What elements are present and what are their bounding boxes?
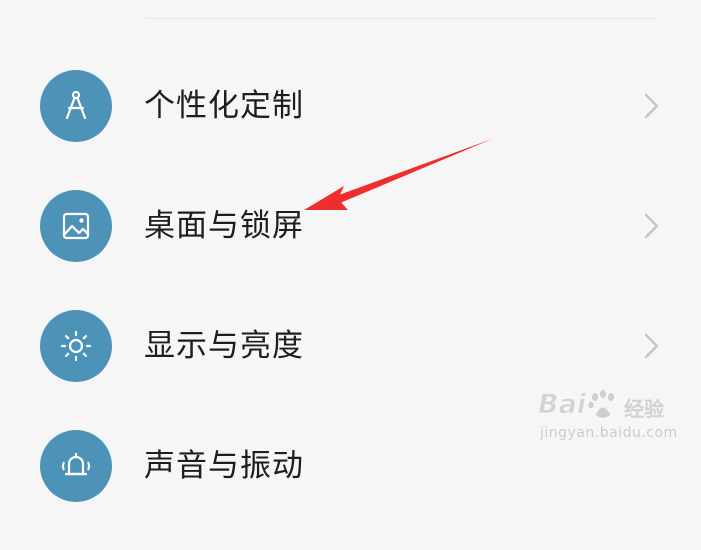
settings-item-label: 桌面与锁屏 bbox=[144, 208, 304, 244]
chevron-right-icon bbox=[644, 333, 659, 359]
bell-icon bbox=[40, 430, 112, 502]
paw-icon bbox=[587, 389, 615, 419]
settings-item-label: 声音与振动 bbox=[144, 448, 304, 484]
settings-item-personalization[interactable]: 个性化定制 bbox=[0, 70, 701, 190]
sun-icon bbox=[40, 310, 112, 382]
image-icon bbox=[40, 190, 112, 262]
settings-item-label: 显示与亮度 bbox=[144, 328, 304, 364]
settings-item-label: 个性化定制 bbox=[144, 88, 304, 124]
chevron-right-icon bbox=[644, 93, 659, 119]
watermark-url: jingyan.baidu.com bbox=[540, 425, 678, 441]
settings-item-desktop-lockscreen[interactable]: 桌面与锁屏 bbox=[0, 190, 701, 310]
compass-icon bbox=[40, 70, 112, 142]
watermark: Bai 经验 jingyan.baidu.com bbox=[537, 385, 677, 455]
watermark-suffix: 经验 bbox=[624, 397, 664, 421]
watermark-brand: Bai bbox=[537, 389, 587, 421]
chevron-right-icon bbox=[644, 213, 659, 239]
